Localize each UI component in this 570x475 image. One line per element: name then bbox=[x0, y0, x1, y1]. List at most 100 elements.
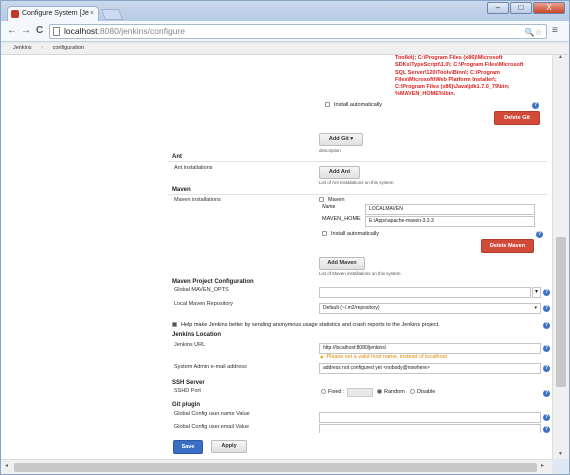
breadcrumb-jenkins[interactable]: Jenkins bbox=[13, 45, 32, 51]
ant-installations-label: Ant installations bbox=[174, 165, 213, 171]
global-maven-opts-input[interactable] bbox=[319, 287, 531, 298]
git-install-auto[interactable]: Install automatically bbox=[325, 102, 382, 108]
usage-stats-label: Help make Jenkins better by sending anon… bbox=[181, 322, 440, 328]
git-description: description bbox=[319, 148, 341, 153]
maven-section-title: Maven bbox=[172, 187, 191, 193]
checkbox[interactable] bbox=[322, 231, 327, 237]
scroll-up-arrow-icon[interactable]: ▲ bbox=[558, 54, 563, 60]
chevron-down-icon: ▾ bbox=[534, 305, 537, 311]
help-icon[interactable]: ? bbox=[532, 102, 539, 109]
forward-button[interactable]: → bbox=[21, 25, 31, 37]
fixed-label: Fixed : bbox=[328, 389, 345, 395]
radio[interactable] bbox=[321, 389, 326, 395]
breadcrumb-configuration[interactable]: configuration bbox=[53, 45, 85, 51]
help-icon[interactable]: ? bbox=[543, 426, 550, 433]
path-warning-text: Toolkit); C:\Program Files (x86)\Microso… bbox=[395, 55, 524, 98]
apply-button[interactable]: Apply bbox=[211, 440, 247, 453]
radio[interactable] bbox=[377, 389, 382, 395]
maximize-button[interactable]: □ bbox=[510, 2, 532, 14]
breadcrumb-separator: › bbox=[41, 45, 44, 51]
save-button[interactable]: Save bbox=[173, 440, 203, 454]
ssh-fixed-option[interactable]: Fixed : bbox=[321, 389, 345, 395]
scroll-left-arrow-icon[interactable]: ◂ bbox=[5, 462, 8, 469]
reload-button[interactable]: C bbox=[36, 25, 43, 37]
browser-toolbar: ← → C localhost:8080/jenkins/configure 🔍… bbox=[1, 21, 569, 42]
admin-email-input[interactable]: address not configured yet <nobody@nowhe… bbox=[319, 363, 541, 374]
admin-email-label: System Admin e-mail address bbox=[174, 364, 247, 370]
disable-label: Disable bbox=[417, 389, 436, 395]
divider bbox=[168, 161, 547, 162]
help-icon[interactable]: ? bbox=[543, 345, 550, 352]
browser-menu-icon[interactable]: ≡ bbox=[552, 25, 558, 36]
maven-install-auto[interactable]: Install automatically bbox=[322, 231, 379, 237]
maven-name-input[interactable]: LOCALMAVEN bbox=[365, 204, 535, 215]
ant-section-title: Ant bbox=[172, 154, 182, 160]
help-icon[interactable]: ? bbox=[543, 390, 550, 397]
help-icon[interactable]: ? bbox=[543, 305, 550, 312]
vertical-scrollbar[interactable]: ▲ ▼ bbox=[552, 54, 569, 459]
delete-maven-button[interactable]: Delete Maven bbox=[481, 239, 534, 253]
scroll-right-arrow-icon[interactable]: ▸ bbox=[541, 462, 544, 469]
git-user-email-label: Global Config user.email Value bbox=[174, 424, 250, 430]
ssh-disable-option[interactable]: Disable bbox=[410, 389, 435, 395]
bookmark-star-icon[interactable]: 🔍☆ bbox=[525, 26, 542, 39]
git-user-name-input[interactable] bbox=[319, 412, 541, 423]
usage-stats-option[interactable]: Help make Jenkins better by sending anon… bbox=[172, 322, 440, 328]
scroll-down-arrow-icon[interactable]: ▼ bbox=[558, 451, 563, 457]
browser-window: Configure System [Je × – □ X ← → C local… bbox=[0, 0, 570, 475]
scrollbar-thumb[interactable] bbox=[556, 237, 566, 387]
help-icon[interactable]: ? bbox=[536, 231, 543, 238]
help-icon[interactable]: ? bbox=[543, 365, 550, 372]
window-controls: – □ X bbox=[487, 2, 565, 14]
ssh-section-title: SSH Server bbox=[172, 380, 205, 386]
maven-list-note: List of Maven installations on this syst… bbox=[319, 271, 401, 276]
minimize-button[interactable]: – bbox=[487, 2, 509, 14]
git-user-name-label: Global Config user.name Value bbox=[174, 411, 250, 417]
page-content: Toolkit); C:\Program Files (x86)\Microso… bbox=[1, 55, 552, 459]
maven-installations-label: Maven installations bbox=[174, 197, 221, 203]
new-tab-button[interactable] bbox=[100, 9, 124, 20]
sshd-port-label: SSHD Port bbox=[174, 388, 201, 394]
warning-icon: ▲ bbox=[319, 354, 325, 360]
local-maven-repo-label: Local Maven Repository bbox=[174, 301, 234, 307]
radio[interactable] bbox=[410, 389, 415, 395]
maven-name-label: Name bbox=[322, 204, 336, 210]
page-icon bbox=[53, 27, 60, 36]
warning-text: Please set a valid host name, instead of… bbox=[326, 354, 447, 360]
ssh-port-input[interactable] bbox=[347, 388, 373, 397]
maven-instance-header: Maven bbox=[319, 197, 345, 203]
ant-list-note: List of Ant installations on this system bbox=[319, 180, 394, 185]
random-label: Random bbox=[384, 389, 405, 395]
checkbox[interactable] bbox=[325, 102, 330, 108]
checkbox[interactable] bbox=[172, 322, 177, 328]
help-icon[interactable]: ? bbox=[543, 322, 550, 329]
title-bar: Configure System [Je × – □ X bbox=[1, 1, 569, 21]
add-git-label: Add Git bbox=[328, 136, 349, 142]
jenkins-url-input[interactable]: http://localhost:8080/jenkins/ bbox=[319, 343, 541, 354]
back-button[interactable]: ← bbox=[7, 25, 17, 37]
local-repo-value: Default (~/.m2/repository) bbox=[323, 305, 380, 311]
add-git-button[interactable]: Add Git ▾ bbox=[319, 133, 363, 146]
tab-title: Configure System [Je bbox=[22, 10, 89, 17]
breadcrumb: Jenkins › configuration bbox=[1, 43, 569, 55]
help-icon[interactable]: ? bbox=[543, 289, 550, 296]
expand-textarea-icon[interactable]: ▾ bbox=[532, 287, 541, 298]
help-icon[interactable]: ? bbox=[543, 414, 550, 421]
delete-git-button[interactable]: Delete Git bbox=[494, 111, 540, 125]
jenkins-url-label: Jenkins URL bbox=[174, 342, 206, 348]
add-ant-button[interactable]: Add Ant bbox=[319, 166, 360, 179]
close-window-button[interactable]: X bbox=[533, 2, 565, 14]
tab-close-icon[interactable]: × bbox=[90, 7, 94, 21]
ssh-random-option[interactable]: Random bbox=[377, 389, 405, 395]
horizontal-scrollbar[interactable]: ◂ ▸ bbox=[1, 459, 552, 474]
tab-configure-system[interactable]: Configure System [Je × bbox=[7, 6, 99, 21]
local-maven-repo-select[interactable]: Default (~/.m2/repository) ▾ bbox=[319, 303, 541, 314]
maven-home-input[interactable]: E:\Apps\apache-maven-3.3.3 bbox=[365, 216, 535, 227]
scrollbar-thumb[interactable] bbox=[14, 463, 537, 472]
install-auto-label: Install automatically bbox=[334, 102, 382, 108]
maven-home-label: MAVEN_HOME bbox=[322, 216, 361, 222]
maven-project-section-title: Maven Project Configuration bbox=[172, 279, 254, 285]
add-maven-button[interactable]: Add Maven bbox=[319, 257, 365, 270]
checkbox[interactable] bbox=[319, 197, 324, 203]
address-bar[interactable]: localhost:8080/jenkins/configure 🔍☆ bbox=[49, 24, 547, 39]
